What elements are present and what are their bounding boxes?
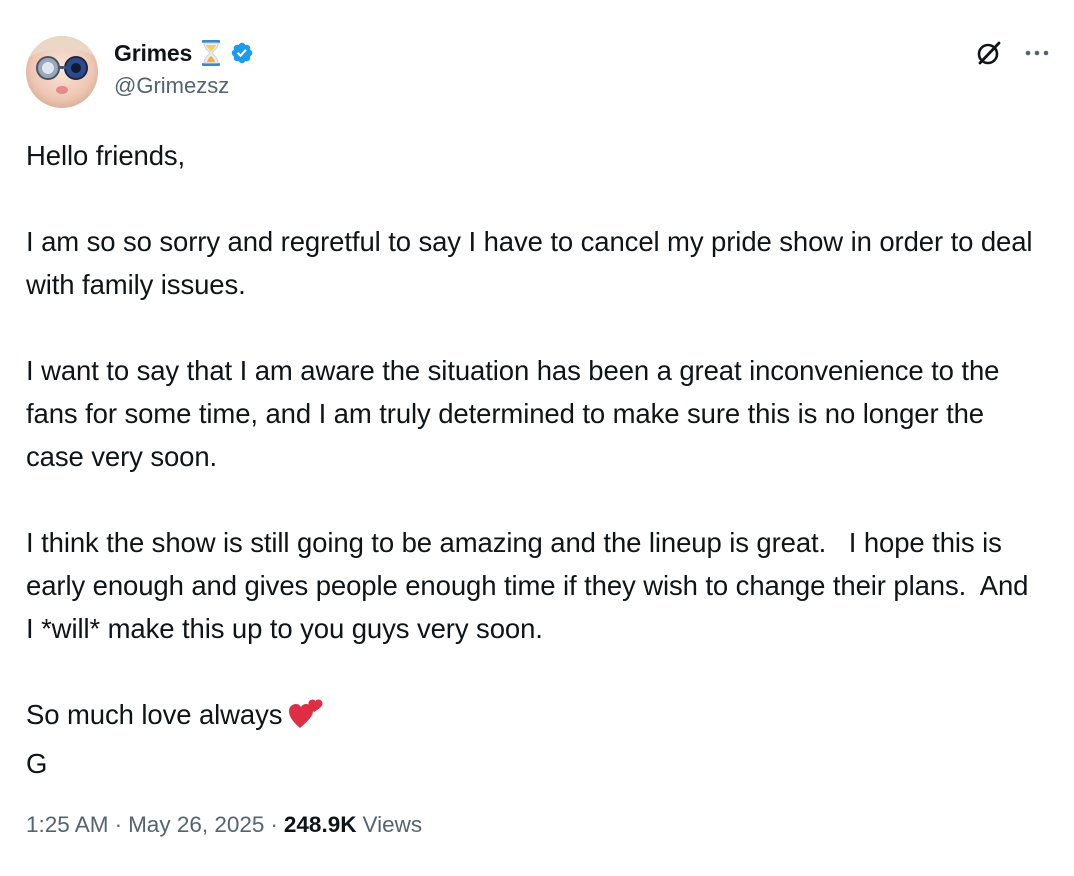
views-count[interactable]: 248.9K [284, 812, 357, 838]
post-signature: G [26, 748, 48, 779]
author-handle[interactable]: @Grimezsz [114, 73, 229, 99]
two-hearts-icon [288, 696, 324, 742]
more-options-icon[interactable] [1024, 48, 1050, 58]
post-paragraph: Hello friends, [26, 140, 186, 171]
post-paragraph: I think the show is still going to be am… [26, 527, 1036, 644]
post-body: Hello friends, I am so so sorry and regr… [26, 134, 1036, 785]
post-closing-line: So much love always [26, 693, 1036, 742]
avatar-image [26, 36, 98, 108]
grok-icon[interactable] [974, 38, 1004, 68]
closing-text: So much love always [26, 699, 283, 730]
separator: · [270, 812, 278, 837]
avatar[interactable] [26, 36, 98, 108]
post-time[interactable]: 1:25 AM [26, 812, 109, 838]
author-display-name[interactable]: Grimes [114, 40, 192, 67]
post-actions [974, 38, 1050, 68]
post-metadata: 1:25 AM · May 26, 2025 · 248.9K Views [26, 812, 422, 838]
verified-badge-icon[interactable] [230, 41, 254, 65]
tweet-card: Grimes @Grimezsz Hello friends, I am so … [0, 0, 1074, 876]
views-label[interactable]: Views [362, 812, 422, 838]
hourglass-icon [200, 39, 222, 67]
post-paragraph: I am so so sorry and regretful to say I … [26, 226, 1040, 300]
post-date[interactable]: May 26, 2025 [128, 812, 264, 838]
separator: · [114, 812, 123, 837]
author-name-row: Grimes [114, 36, 254, 70]
post-paragraph: I want to say that I am aware the situat… [26, 355, 1007, 472]
